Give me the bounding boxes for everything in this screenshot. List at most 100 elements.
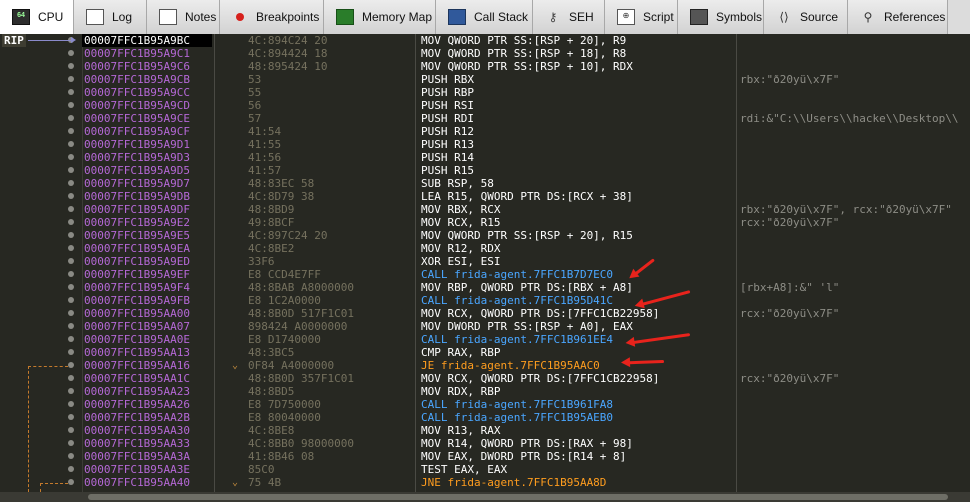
breakpoint-dot-icon[interactable] bbox=[68, 167, 74, 173]
bytes-cell: 4C:8BB0 98000000 bbox=[248, 437, 354, 450]
bytes-cell: 53 bbox=[248, 73, 262, 86]
breakpoint-dot-icon[interactable] bbox=[68, 284, 74, 290]
tab-script[interactable]: ⊕ Script bbox=[605, 0, 678, 34]
breakpoint-dot-icon[interactable] bbox=[68, 154, 74, 160]
disasm-row[interactable]: 00007FFC1B95A9CE 57 PUSH RDI rdi:&"C:\\User… bbox=[0, 112, 970, 125]
tab-cpu[interactable]: 64 CPU bbox=[0, 0, 74, 34]
disasm-row[interactable]: 00007FFC1B95AA3E 85C0 TEST EAX, EAX bbox=[0, 463, 970, 476]
breakpoint-dot-icon[interactable] bbox=[68, 323, 74, 329]
breakpoint-dot-icon[interactable] bbox=[68, 375, 74, 381]
disasm-row[interactable]: 00007FFC1B95A9CB 53 PUSH RBX rbx:"ð20yü\x7F… bbox=[0, 73, 970, 86]
disasm-row[interactable]: 00007FFC1B95A9C6 48:895424 10 MOV QWORD PT… bbox=[0, 60, 970, 73]
breakpoint-dot-icon[interactable] bbox=[68, 336, 74, 342]
disasm-row[interactable]: 00007FFC1B95AA0E E8 D1740000 CALL frida-ag… bbox=[0, 333, 970, 346]
bytes-cell: 55 bbox=[248, 86, 262, 99]
tab-notes[interactable]: Notes bbox=[147, 0, 220, 34]
disasm-row[interactable]: 00007FFC1B95A9DF 48:8BD9 MOV RBX, RCX rbx:"… bbox=[0, 203, 970, 216]
tab-references[interactable]: ⚲ References bbox=[848, 0, 948, 34]
disasm-row[interactable]: 00007FFC1B95A9F4 48:8BAB A8000000 MOV RBP,… bbox=[0, 281, 970, 294]
breakpoint-dot-icon[interactable] bbox=[68, 310, 74, 316]
tab-breakpoint[interactable]: Breakpoints bbox=[220, 0, 324, 34]
disasm-row[interactable]: 00007FFC1B95A9EA 4C:8BE2 MOV R12, RDX bbox=[0, 242, 970, 255]
breakpoint-dot-icon[interactable] bbox=[68, 193, 74, 199]
disasm-row[interactable]: 00007FFC1B95A9CD 56 PUSH RSI bbox=[0, 99, 970, 112]
instruction-cell: JNE frida-agent.7FFC1B95AA8D bbox=[421, 476, 607, 489]
disasm-row[interactable]: 00007FFC1B95AA3A 41:8B46 08 MOV EAX, DWORD… bbox=[0, 450, 970, 463]
address-cell: 00007FFC1B95A9D1 bbox=[84, 138, 190, 151]
disasm-row[interactable]: 00007FFC1B95AA13 48:3BC5 CMP RAX, RBP bbox=[0, 346, 970, 359]
disasm-row[interactable]: 00007FFC1B95A9EF E8 CCD4E7FF CALL frida-ag… bbox=[0, 268, 970, 281]
breakpoint-dot-icon[interactable] bbox=[68, 76, 74, 82]
breakpoint-dot-icon[interactable] bbox=[68, 466, 74, 472]
disasm-row[interactable]: 00007FFC1B95A9D5 41:57 PUSH R15 bbox=[0, 164, 970, 177]
bytes-cell: 48:895424 10 bbox=[248, 60, 328, 73]
tab-log[interactable]: Log bbox=[74, 0, 147, 34]
breakpoint-dot-icon[interactable] bbox=[68, 232, 74, 238]
instruction-cell: CMP RAX, RBP bbox=[421, 346, 501, 359]
breakpoint-dot-icon[interactable] bbox=[68, 414, 74, 420]
comment-cell: rcx:"ð20yü\x7F" bbox=[740, 372, 840, 385]
instruction-cell: MOV RCX, R15 bbox=[421, 216, 501, 229]
breakpoint-dot-icon[interactable] bbox=[68, 297, 74, 303]
instruction-cell: MOV RBP, QWORD PTR DS:[RBX + A8] bbox=[421, 281, 633, 294]
disasm-row[interactable]: 00007FFC1B95AA40 75 4B JNE frida-agent.7FF… bbox=[0, 476, 970, 489]
disasm-row[interactable]: 00007FFC1B95AA1C 48:8B0D 357F1C01 MOV RCX,… bbox=[0, 372, 970, 385]
disasm-row[interactable]: 00007FFC1B95AA00 48:8B0D 517F1C01 MOV RCX,… bbox=[0, 307, 970, 320]
breakpoint-dot-icon[interactable] bbox=[68, 128, 74, 134]
disasm-row[interactable]: 00007FFC1B95AA07 898424 A0000000 MOV DWORD… bbox=[0, 320, 970, 333]
tab-symbols[interactable]: Symbols bbox=[678, 0, 764, 34]
breakpoint-dot-icon[interactable] bbox=[68, 141, 74, 147]
tab-memory-map[interactable]: Memory Map bbox=[324, 0, 436, 34]
instruction-cell: CALL frida-agent.7FFC1B7D7EC0 bbox=[421, 268, 614, 281]
disasm-row[interactable]: 00007FFC1B95A9CF 41:54 PUSH R12 bbox=[0, 125, 970, 138]
address-cell: 00007FFC1B95AA00 bbox=[84, 307, 190, 320]
comment-cell: rcx:"ð20yü\x7F" bbox=[740, 216, 840, 229]
tab-seh[interactable]: ⚷ SEH bbox=[533, 0, 605, 34]
breakpoint-dot-icon[interactable] bbox=[68, 349, 74, 355]
disasm-row[interactable]: 00007FFC1B95A9BC 4C:894C24 20 MOV QWORD PT… bbox=[0, 34, 970, 47]
disasm-row[interactable]: 00007FFC1B95A9E5 4C:897C24 20 MOV QWORD PT… bbox=[0, 229, 970, 242]
breakpoint-dot-icon[interactable] bbox=[68, 63, 74, 69]
breakpoint-dot-icon[interactable] bbox=[68, 219, 74, 225]
disasm-row[interactable]: 00007FFC1B95A9D7 48:83EC 58 SUB RSP, 58 bbox=[0, 177, 970, 190]
breakpoint-dot-icon[interactable] bbox=[68, 388, 74, 394]
breakpoint-dot-icon[interactable] bbox=[68, 89, 74, 95]
disasm-row[interactable]: 00007FFC1B95A9FB E8 1C2A0000 CALL frida-ag… bbox=[0, 294, 970, 307]
breakpoint-dot-icon[interactable] bbox=[68, 401, 74, 407]
disasm-row[interactable]: 00007FFC1B95AA23 48:8BD5 MOV RDX, RBP bbox=[0, 385, 970, 398]
breakpoint-dot-icon[interactable] bbox=[68, 258, 74, 264]
breakpoint-dot-icon[interactable] bbox=[68, 50, 74, 56]
breakpoint-dot-icon[interactable] bbox=[68, 245, 74, 251]
disasm-row[interactable]: 00007FFC1B95A9D1 41:55 PUSH R13 bbox=[0, 138, 970, 151]
breakpoint-dot-icon[interactable] bbox=[68, 180, 74, 186]
breakpoint-dot-icon[interactable] bbox=[68, 479, 74, 485]
breakpoint-dot-icon[interactable] bbox=[68, 440, 74, 446]
tab-source[interactable]: ⟨⟩ Source bbox=[764, 0, 848, 34]
scrollbar-thumb[interactable] bbox=[88, 494, 948, 500]
breakpoint-dot-icon[interactable] bbox=[68, 102, 74, 108]
disasm-row[interactable]: 00007FFC1B95AA16 0F84 A4000000 JE frida-ag… bbox=[0, 359, 970, 372]
breakpoint-dot-icon[interactable] bbox=[68, 453, 74, 459]
horizontal-scrollbar[interactable] bbox=[0, 492, 970, 502]
breakpoint-dot-icon[interactable] bbox=[68, 206, 74, 212]
disasm-row[interactable]: 00007FFC1B95A9CC 55 PUSH RBP bbox=[0, 86, 970, 99]
tab-label: Source bbox=[800, 10, 839, 24]
disassembly-view[interactable]: 00007FFC1B95A9BC 4C:894C24 20 MOV QWORD PT… bbox=[0, 34, 970, 492]
disasm-row[interactable]: 00007FFC1B95A9C1 4C:894424 18 MOV QWORD PT… bbox=[0, 47, 970, 60]
breakpoint-dot-icon[interactable] bbox=[68, 271, 74, 277]
bytes-cell: 41:56 bbox=[248, 151, 282, 164]
bytes-cell: 4C:8BE2 bbox=[248, 242, 295, 255]
disasm-row[interactable]: 00007FFC1B95AA33 4C:8BB0 98000000 MOV R14,… bbox=[0, 437, 970, 450]
disasm-row[interactable]: 00007FFC1B95A9E2 49:8BCF MOV RCX, R15 rcx:"… bbox=[0, 216, 970, 229]
disasm-row[interactable]: 00007FFC1B95A9ED 33F6 XOR ESI, ESI bbox=[0, 255, 970, 268]
disasm-row[interactable]: 00007FFC1B95AA30 4C:8BE8 MOV R13, RAX bbox=[0, 424, 970, 437]
disasm-row[interactable]: 00007FFC1B95A9DB 4C:8D79 38 LEA R15, QWORD… bbox=[0, 190, 970, 203]
breakpoint-dot-icon[interactable] bbox=[68, 427, 74, 433]
disasm-row[interactable]: 00007FFC1B95A9D3 41:56 PUSH R14 bbox=[0, 151, 970, 164]
breakpoint-dot-icon[interactable] bbox=[68, 115, 74, 121]
breakpoint-dot-icon[interactable] bbox=[68, 362, 74, 368]
address-cell: 00007FFC1B95AA2B bbox=[84, 411, 190, 424]
disasm-row[interactable]: 00007FFC1B95AA26 E8 7D750000 CALL frida-ag… bbox=[0, 398, 970, 411]
tab-call-stack[interactable]: Call Stack bbox=[436, 0, 533, 34]
disasm-row[interactable]: 00007FFC1B95AA2B E8 80040000 CALL frida-ag… bbox=[0, 411, 970, 424]
